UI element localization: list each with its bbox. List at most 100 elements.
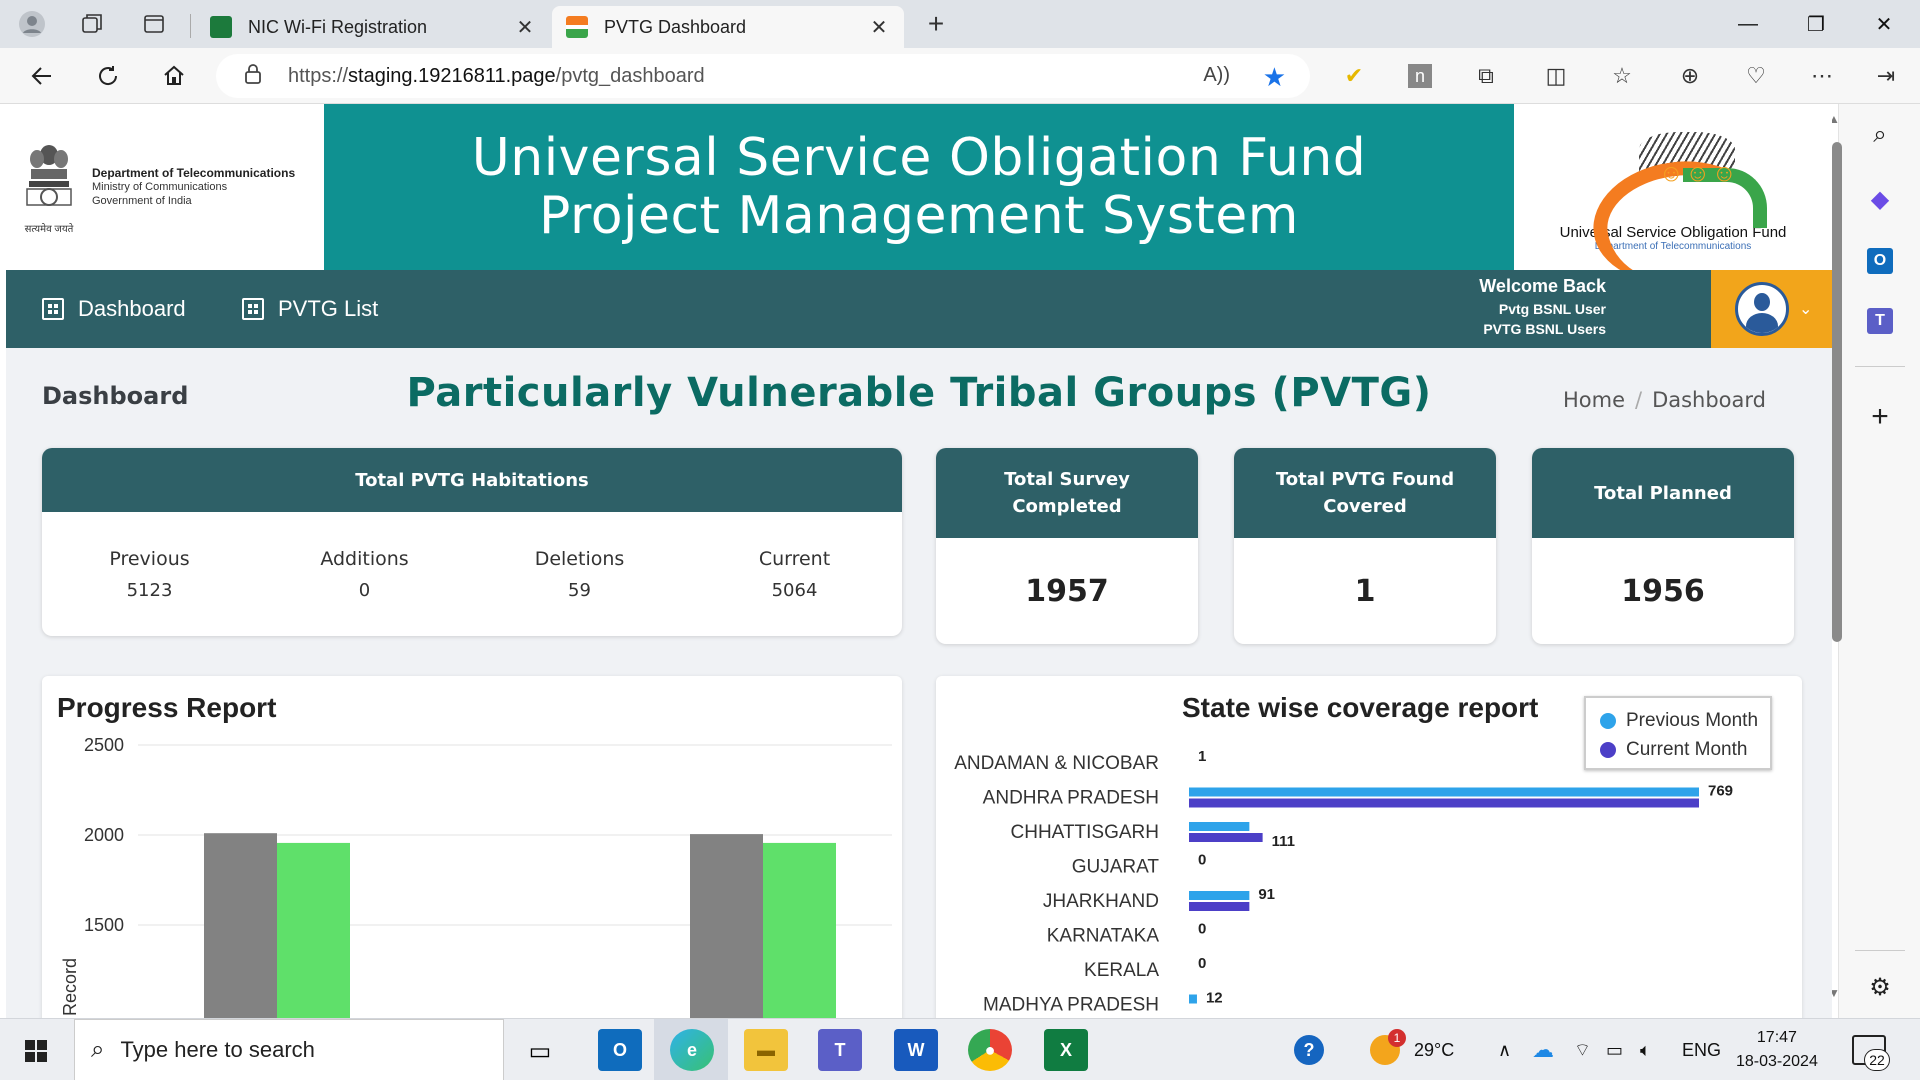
legend-current-month[interactable]: Current Month bbox=[1600, 739, 1747, 761]
dot-branding: सत्यमेव जयते Department of Telecommunica… bbox=[6, 104, 324, 270]
copilot-icon[interactable]: ◆ bbox=[1863, 182, 1897, 216]
tab-label: NIC Wi-Fi Registration bbox=[248, 16, 428, 37]
help-icon[interactable]: ? bbox=[1294, 1019, 1324, 1080]
kpi-total-planned: Total Planned 1956 bbox=[1532, 448, 1794, 644]
state-emblem-icon: सत्यमेव जयते bbox=[20, 139, 78, 235]
search-icon[interactable]: ⌕ bbox=[1863, 118, 1897, 152]
user-menu-button[interactable]: ⌄ bbox=[1711, 270, 1832, 348]
tab-actions-icon[interactable] bbox=[138, 8, 170, 40]
bar bbox=[1189, 787, 1699, 797]
url-text[interactable]: https://staging.19216811.page/pvtg_dashb… bbox=[288, 65, 705, 88]
teams-taskbar-icon[interactable]: T bbox=[818, 1029, 862, 1071]
welcome-text: Welcome Back bbox=[1479, 276, 1606, 296]
avatar-icon bbox=[1735, 282, 1789, 336]
header-title-band: Universal Service Obligation Fund Projec… bbox=[324, 104, 1514, 270]
task-view-icon[interactable]: ▭ bbox=[520, 1031, 560, 1071]
building-icon bbox=[242, 298, 264, 320]
home-icon[interactable] bbox=[156, 60, 192, 92]
add-sidebar-app-icon[interactable]: + bbox=[1863, 400, 1897, 434]
chart-legend: Previous Month Current Month bbox=[1584, 696, 1772, 770]
collections-icon[interactable]: ⊕ bbox=[1674, 60, 1706, 92]
back-icon[interactable] bbox=[24, 60, 60, 92]
page-content: सत्यमेव जयते Department of Telecommunica… bbox=[6, 104, 1832, 1018]
scroll-thumb[interactable] bbox=[1832, 142, 1842, 642]
onedrive-icon[interactable]: ☁ bbox=[1532, 1019, 1554, 1080]
outlook-icon[interactable]: O bbox=[1863, 244, 1897, 278]
outlook-taskbar-icon[interactable]: O bbox=[598, 1029, 642, 1071]
excel-taskbar-icon[interactable]: X bbox=[1044, 1029, 1088, 1071]
ministry-name: Ministry of Communications bbox=[92, 180, 228, 193]
extensions-puzzle-icon[interactable]: ⧉ bbox=[1470, 60, 1502, 92]
nav-dashboard[interactable]: Dashboard bbox=[42, 270, 186, 348]
address-bar[interactable]: https://staging.19216811.page/pvtg_dashb… bbox=[216, 54, 1310, 98]
extension-n-icon[interactable]: n bbox=[1404, 60, 1436, 92]
notification-count: 22 bbox=[1864, 1049, 1890, 1071]
usof-favicon-icon bbox=[566, 16, 588, 38]
stat-previous: Previous 5123 bbox=[42, 548, 257, 601]
data-label: 0 bbox=[1198, 852, 1206, 869]
edge-taskbar-icon[interactable]: e bbox=[670, 1029, 714, 1071]
kpi-title: Total PVTG Found Covered bbox=[1234, 448, 1496, 538]
new-tab-icon[interactable]: + bbox=[920, 8, 952, 40]
profile-icon[interactable] bbox=[16, 8, 48, 40]
temperature: 29°C bbox=[1414, 1039, 1455, 1060]
url-scheme: https:// bbox=[288, 64, 349, 87]
legend-label: Current Month bbox=[1626, 739, 1748, 760]
taskbar-search[interactable]: ⌕ Type here to search bbox=[74, 1019, 504, 1080]
bar bbox=[1189, 833, 1263, 842]
more-menu-icon[interactable]: ⋯ bbox=[1806, 60, 1838, 92]
bar bbox=[1189, 798, 1699, 808]
volume-icon[interactable]: 🔈︎ bbox=[1640, 1019, 1651, 1080]
usof-logo-art-icon: ☺☺☺ bbox=[1563, 132, 1783, 294]
kpi-survey-completed: Total Survey Completed 1957 bbox=[936, 448, 1198, 644]
extension-check-icon[interactable]: ✔ bbox=[1338, 60, 1370, 92]
close-tab-icon[interactable]: ✕ bbox=[868, 15, 890, 40]
settings-gear-icon[interactable]: ⚙ bbox=[1863, 970, 1897, 1004]
breadcrumb-dashboard: Dashboard bbox=[1652, 388, 1766, 412]
browser-essentials-icon[interactable]: ♡ bbox=[1740, 60, 1772, 92]
close-tab-icon[interactable]: ✕ bbox=[514, 15, 536, 40]
browser-tab-bar: NIC Wi-Fi Registration ✕ PVTG Dashboard … bbox=[0, 0, 1920, 48]
teams-icon[interactable]: T bbox=[1863, 304, 1897, 338]
bar bbox=[690, 834, 763, 1018]
page-scrollbar[interactable]: ▲ ▼ bbox=[1828, 104, 1842, 1018]
read-aloud-icon[interactable]: A)) bbox=[1203, 64, 1230, 87]
bar bbox=[204, 833, 277, 1018]
word-taskbar-icon[interactable]: W bbox=[894, 1029, 938, 1071]
data-label: 91 bbox=[1258, 886, 1275, 903]
nav-pvtg-list[interactable]: PVTG List bbox=[242, 270, 378, 348]
sidebar-toggle-icon[interactable]: ⇥ bbox=[1870, 60, 1902, 92]
government-name: Government of India bbox=[92, 194, 192, 207]
restore-icon[interactable]: ❐ bbox=[1784, 0, 1848, 48]
kpi-title: Total Survey Completed bbox=[936, 448, 1198, 538]
file-explorer-icon[interactable]: ▬ bbox=[744, 1029, 788, 1071]
legend-previous-month[interactable]: Previous Month bbox=[1600, 710, 1758, 732]
refresh-icon[interactable] bbox=[90, 60, 126, 92]
close-window-icon[interactable]: ✕ bbox=[1852, 0, 1916, 48]
language-indicator[interactable]: ENG bbox=[1682, 1019, 1721, 1080]
favorites-icon[interactable]: ☆ bbox=[1606, 60, 1638, 92]
lock-icon[interactable] bbox=[244, 63, 266, 90]
chrome-taskbar-icon[interactable]: ● bbox=[968, 1029, 1012, 1071]
weather-sun-icon: 1 bbox=[1370, 1029, 1406, 1065]
notifications-icon[interactable]: 22 bbox=[1852, 1019, 1890, 1080]
edge-sidebar: ⌕ ◆ O T + ⚙ bbox=[1838, 104, 1920, 1018]
weather-widget[interactable]: 1 29°C bbox=[1370, 1019, 1454, 1080]
breadcrumb-home[interactable]: Home bbox=[1563, 388, 1625, 412]
favorite-star-icon[interactable]: ★ bbox=[1263, 62, 1286, 93]
minimize-icon[interactable]: — bbox=[1716, 0, 1780, 48]
workspaces-icon[interactable] bbox=[76, 8, 108, 40]
clock-date: 18-03-2024 bbox=[1736, 1053, 1818, 1070]
tab-pvtg-dashboard[interactable]: PVTG Dashboard ✕ bbox=[552, 6, 904, 48]
split-screen-icon[interactable]: ◫ bbox=[1540, 60, 1572, 92]
tab-nic-wifi[interactable]: NIC Wi-Fi Registration ✕ bbox=[196, 6, 550, 48]
clock[interactable]: 17:47 18-03-2024 bbox=[1736, 1019, 1818, 1080]
battery-icon[interactable]: ▭ bbox=[1606, 1019, 1623, 1080]
nav-dashboard-label: Dashboard bbox=[78, 296, 186, 321]
chevron-down-icon: ⌄ bbox=[1799, 301, 1813, 318]
windows-start-icon[interactable] bbox=[16, 1031, 56, 1071]
category-label: ANDHRA PRADESH bbox=[983, 788, 1159, 809]
wifi-icon[interactable]: ⌔ bbox=[1574, 1019, 1591, 1080]
nic-favicon-icon bbox=[210, 16, 232, 38]
show-hidden-icons[interactable]: ∧ bbox=[1498, 1019, 1511, 1080]
